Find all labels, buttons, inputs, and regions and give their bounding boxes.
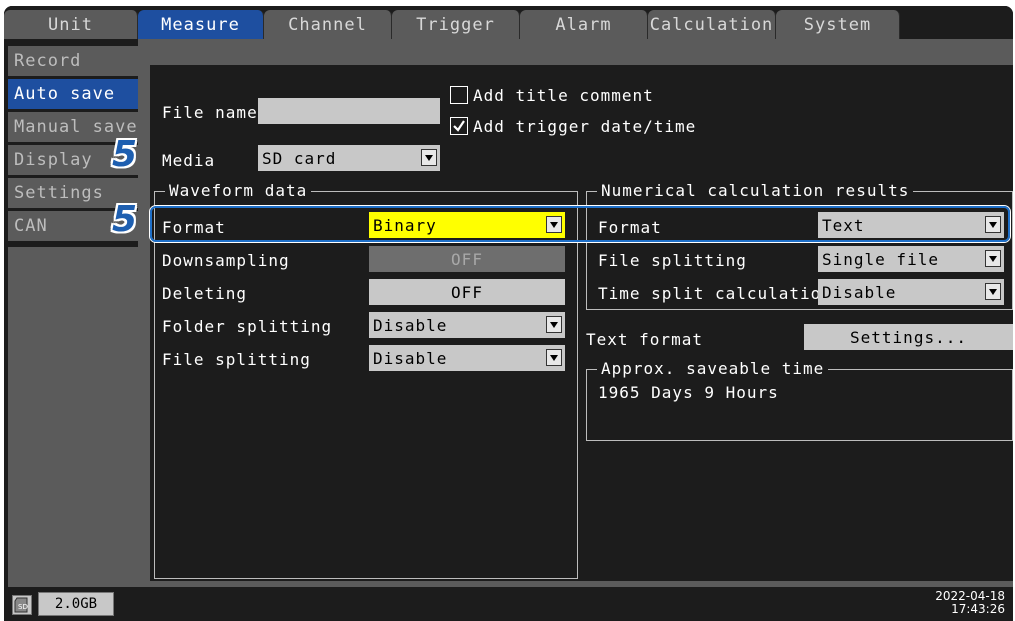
text-format-label: Text format [586, 330, 703, 349]
waveform-file-splitting-select[interactable]: Disable [369, 345, 565, 371]
sd-card-icon: SD [12, 595, 32, 615]
sidebar-item-auto-save[interactable]: Auto save [8, 79, 138, 109]
file-name-label: File name [162, 103, 258, 122]
folder-splitting-value: Disable [373, 315, 448, 335]
main-panel: File name Add title comment Add trigger … [138, 39, 1013, 587]
step-marker-media: 5 [112, 134, 138, 175]
add-trigger-date-checkbox[interactable] [450, 117, 468, 135]
dropdown-arrow-icon [985, 283, 1001, 300]
status-bar: SD 2.0GB 2022-04-18 17:43:26 [4, 587, 1013, 621]
text-format-settings-button[interactable]: Settings... [804, 324, 1013, 350]
tab-alarm[interactable]: Alarm [520, 10, 648, 39]
saveable-time-group: Approx. saveable time [586, 360, 1013, 441]
add-trigger-date-label: Add trigger date/time [473, 117, 697, 136]
sidebar-item-record[interactable]: Record [8, 46, 138, 76]
numerical-file-splitting-value: Single file [822, 249, 939, 269]
dropdown-arrow-icon [421, 149, 437, 166]
step-marker-format: 5 [112, 199, 138, 240]
folder-splitting-label: Folder splitting [162, 317, 333, 336]
downsampling-label: Downsampling [162, 251, 290, 270]
sidebar-background [8, 247, 138, 587]
waveform-file-splitting-label: File splitting [162, 350, 311, 369]
dropdown-arrow-icon [985, 250, 1001, 267]
downsampling-button: OFF [369, 246, 565, 272]
device-screen: Unit Measure Channel Trigger Alarm Calcu… [4, 6, 1013, 621]
tab-measure[interactable]: Measure [138, 10, 264, 39]
saveable-time-title: Approx. saveable time [597, 360, 829, 378]
format-row-highlight [150, 206, 1010, 242]
numerical-results-title: Numerical calculation results [597, 182, 914, 200]
folder-splitting-select[interactable]: Disable [369, 312, 565, 338]
waveform-data-title: Waveform data [165, 182, 312, 200]
saveable-time-value: 1965 Days 9 Hours [598, 383, 779, 402]
settings-area: File name Add title comment Add trigger … [150, 65, 1013, 581]
add-title-comment-label: Add title comment [473, 86, 654, 105]
media-select[interactable]: SD card [258, 145, 440, 171]
date-time: 2022-04-18 17:43:26 [935, 590, 1005, 616]
time-split-select[interactable]: Disable [818, 279, 1004, 305]
add-title-comment-checkbox[interactable] [450, 86, 468, 104]
time-split-label: Time split calculation [598, 284, 832, 303]
tab-unit[interactable]: Unit [4, 10, 138, 39]
tab-channel[interactable]: Channel [264, 10, 392, 39]
check-icon [453, 120, 465, 132]
file-name-input[interactable] [258, 98, 440, 124]
dropdown-arrow-icon [546, 349, 562, 366]
time-split-value: Disable [822, 282, 897, 302]
tab-system[interactable]: System [776, 10, 900, 39]
dropdown-arrow-icon [546, 316, 562, 333]
storage-capacity: 2.0GB [38, 592, 114, 616]
deleting-label: Deleting [162, 284, 248, 303]
numerical-file-splitting-label: File splitting [598, 251, 747, 270]
tab-calculation[interactable]: Calculation [648, 10, 776, 39]
numerical-file-splitting-select[interactable]: Single file [818, 246, 1004, 272]
media-value: SD card [262, 148, 337, 168]
deleting-button[interactable]: OFF [369, 279, 565, 305]
time: 17:43:26 [951, 602, 1005, 616]
top-tab-bar: Unit Measure Channel Trigger Alarm Calcu… [4, 6, 1013, 39]
waveform-file-splitting-value: Disable [373, 348, 448, 368]
svg-text:SD: SD [18, 603, 28, 611]
media-label: Media [162, 151, 216, 170]
tab-trigger[interactable]: Trigger [392, 10, 520, 39]
